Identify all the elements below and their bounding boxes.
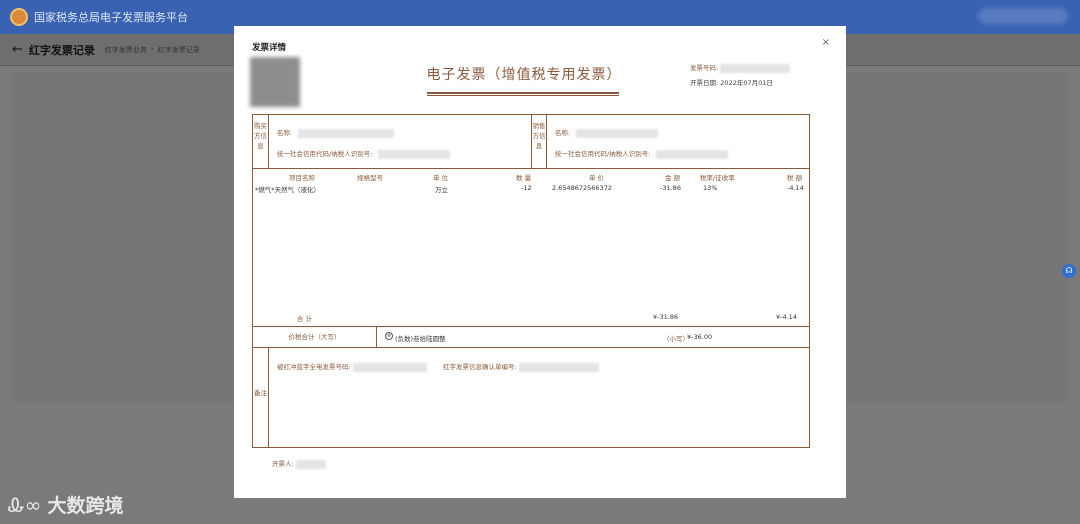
app-title: 国家税务总局电子发票服务平台 (34, 11, 188, 24)
circle-x-icon: ⊗ (385, 332, 393, 340)
remark-original-invoice-blurred (352, 362, 427, 372)
remark-confirmation-field: 红字发票信息确认单编号: (443, 361, 599, 372)
buyer-name-blurred (298, 128, 395, 138)
tax-bureau-logo-icon (10, 8, 28, 26)
seller-tax-id-label: 统一社会信用代码/纳税人识别号: (555, 150, 651, 158)
column-header-unit: 单 位 (433, 174, 449, 182)
issue-date-label: 开票日期: (690, 79, 719, 87)
invoice-number-field: 发票号码: (690, 62, 791, 73)
price-tax-total-lowercase-label: （小写） (663, 335, 689, 343)
seller-tax-id-field: 统一社会信用代码/纳税人识别号: (555, 148, 729, 159)
headset-help-icon[interactable]: ☊ (1062, 264, 1076, 278)
item-price-cell: 2.6548672566372 (552, 184, 612, 192)
title-underline (427, 92, 619, 94)
remark-original-invoice-field: 被红冲蓝字全电发票号码: (277, 361, 427, 372)
buyer-tax-id-label: 统一社会信用代码/纳税人识别号: (277, 150, 373, 158)
invoice-number-value-blurred (720, 63, 791, 73)
price-tax-total-label: 价税合计（大写） (253, 327, 377, 347)
modal-title: 发票详情 (252, 43, 287, 53)
party-info-row: 购买方信息 名称: 统一社会信用代码/纳税人识别号: 销售方信息 名称: 统一社… (253, 115, 809, 169)
title-underline-thin (427, 95, 619, 96)
column-header-tax: 税 额 (787, 174, 803, 182)
breadcrumb-separator-icon: › (150, 44, 154, 53)
close-icon[interactable]: × (822, 37, 830, 48)
issuer-field: 开票人: (272, 458, 326, 469)
buyer-side-label: 购买方信息 (253, 115, 269, 169)
column-header-item: 项目名称 (289, 174, 315, 182)
issuer-label: 开票人: (272, 460, 294, 468)
arrow-left-icon[interactable]: ← (12, 42, 23, 57)
price-tax-total-row: 价税合计（大写） ⊗ (负数)叁拾陆圆整 （小写） ¥-36.00 (253, 327, 809, 348)
seller-side-label: 销售方信息 (531, 115, 547, 169)
total-amount: ¥-31.86 (653, 313, 679, 321)
invoice-detail-modal: 发票详情 × 电子发票（增值税专用发票） 发票号码: 开票日期: 2022年07… (234, 26, 846, 498)
breadcrumb: 红字发票业务 › 红字发票记录 (105, 45, 200, 55)
price-tax-total-uppercase: (负数)叁拾陆圆整 (395, 335, 446, 343)
watermark-text: 大数跨境 (47, 495, 124, 517)
item-qty-cell: -12 (521, 184, 532, 192)
column-header-price: 单 价 (589, 174, 605, 182)
item-tax-cell: -4.14 (787, 184, 804, 192)
watermark-logo-icon: Ꮂ∞ (8, 492, 42, 517)
breadcrumb-item-red-invoice-records: 红字发票记录 (157, 45, 200, 54)
seller-name-blurred (576, 128, 659, 138)
total-tax: ¥-4.14 (776, 313, 797, 321)
price-tax-total-lowercase: ¥-36.00 (687, 333, 713, 341)
invoice-frame: 购买方信息 名称: 统一社会信用代码/纳税人识别号: 销售方信息 名称: 统一社… (252, 114, 810, 448)
page-title: 红字发票记录 (28, 43, 95, 57)
user-info-blurred[interactable] (978, 8, 1068, 24)
seller-name-field: 名称: (555, 127, 659, 138)
buyer-name-label: 名称: (277, 129, 293, 137)
seller-name-label: 名称: (555, 129, 571, 137)
seller-tax-id-blurred (656, 149, 729, 159)
buyer-tax-id-field: 统一社会信用代码/纳税人识别号: (277, 148, 451, 159)
buyer-tax-id-blurred (378, 149, 451, 159)
column-header-rate: 税率/征收率 (700, 174, 735, 182)
issuer-name-blurred (295, 459, 326, 469)
issue-date-field: 开票日期: 2022年07月01日 (690, 77, 773, 87)
item-unit-cell: 万立 (435, 186, 448, 194)
column-header-qty: 数 量 (516, 174, 532, 182)
remark-row: 备注 被红冲蓝字全电发票号码: 红字发票信息确认单编号: (253, 348, 809, 448)
item-name-cell: *燃气*天然气（液化） (255, 186, 320, 194)
column-header-spec: 规格型号 (357, 174, 383, 182)
invoice-number-label: 发票号码: (690, 64, 719, 72)
buyer-name-field: 名称: (277, 127, 395, 138)
invoice-title: 电子发票（增值税专用发票） (426, 67, 622, 83)
remark-original-invoice-label: 被红冲蓝字全电发票号码: (277, 363, 351, 371)
invoice-items-table: 项目名称 规格型号 单 位 数 量 单 价 金 额 税率/征收率 税 额 *燃气… (253, 169, 809, 327)
remark-confirmation-blurred (518, 362, 599, 372)
remark-side-label: 备注 (253, 348, 269, 448)
watermark: Ꮂ∞ 大数跨境 (8, 491, 123, 518)
qr-code-blurred (250, 57, 300, 107)
item-amount-cell: -31.86 (660, 184, 681, 192)
remark-confirmation-label: 红字发票信息确认单编号: (443, 363, 517, 371)
issue-date-value: 2022年07月01日 (720, 79, 773, 87)
total-label: 合 计 (297, 315, 313, 323)
breadcrumb-item-red-invoice-business[interactable]: 红字发票业务 (105, 45, 147, 55)
item-rate-cell: 13% (703, 184, 718, 192)
column-header-amount: 金 额 (665, 174, 681, 182)
